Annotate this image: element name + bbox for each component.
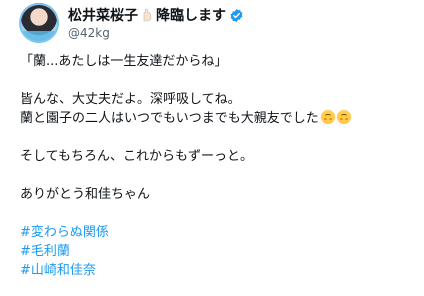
post-paragraph-line: 皆んな、大丈夫だよ。深呼吸してね。 — [20, 92, 241, 107]
hashtag-link[interactable]: #変わらぬ関係 — [20, 223, 416, 242]
smiling-face-icon — [320, 110, 335, 124]
post-paragraph-text: 蘭と園子の二人はいつでもいつまでも大親友でした — [20, 111, 319, 126]
post-quote: 「蘭...あたしは一生友達だからね」 — [20, 54, 228, 69]
smiling-face-icon — [336, 110, 351, 124]
post-paragraph-line: そしてもちろん、これからもずーっと。 — [20, 149, 253, 164]
raised-hand-icon — [143, 8, 152, 22]
avatar[interactable] — [19, 3, 59, 43]
author-handle[interactable]: @42kg — [68, 26, 110, 40]
verified-badge-icon — [230, 8, 243, 22]
post-body: 「蘭...あたしは一生友達だからね」 皆んな、大丈夫だよ。深呼吸してね。 蘭と園… — [20, 52, 416, 280]
hashtag-link[interactable]: #毛利蘭 — [20, 242, 416, 261]
author-name-row[interactable]: 松井菜桜子 降臨します — [68, 6, 244, 24]
author-name-suffix: 降臨します — [156, 8, 226, 24]
hashtag-link[interactable]: #山崎和佳奈 — [20, 261, 416, 280]
author-name[interactable]: 松井菜桜子 — [68, 5, 138, 25]
post-paragraph-line: 蘭と園子の二人はいつでもいつまでも大親友でした — [20, 109, 416, 128]
post-paragraph-line: ありがとう和佳ちゃん — [20, 187, 151, 202]
